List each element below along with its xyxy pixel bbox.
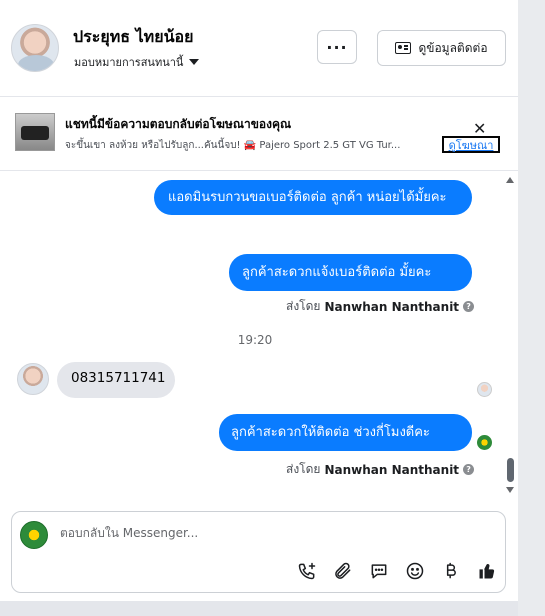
ad-thumbnail <box>15 113 55 151</box>
view-ad-link[interactable]: ดูโฆษณา <box>442 136 500 153</box>
reply-input[interactable] <box>60 526 480 540</box>
help-icon[interactable]: ? <box>463 301 475 312</box>
ad-banner-title: แชทนี้มีข้อความตอบกลับต่อโฆษณาของคุณ <box>65 117 292 131</box>
help-icon[interactable]: ? <box>463 464 475 475</box>
id-card-icon <box>395 42 412 54</box>
baht-icon[interactable] <box>440 560 462 582</box>
contact-avatar[interactable] <box>11 24 59 72</box>
scroll-down-arrow[interactable] <box>506 487 514 493</box>
sent-by-prefix: ส่งโดย <box>286 462 321 476</box>
contact-info-button[interactable]: ดูข้อมูลติดต่อ <box>377 30 506 66</box>
sender-name: Nanwhan Nanthanit <box>324 299 460 314</box>
scrollbar-thumb[interactable] <box>507 458 514 482</box>
window-gutter <box>518 0 545 616</box>
phone-add-icon[interactable] <box>296 560 318 582</box>
read-receipt-avatar <box>477 382 492 397</box>
contact-info-label: ดูข้อมูลติดต่อ <box>418 40 488 55</box>
contact-message-avatar <box>17 363 49 395</box>
thumbs-up-icon[interactable] <box>476 560 498 582</box>
more-options-label: ··· <box>326 37 348 57</box>
close-icon[interactable]: ✕ <box>473 121 486 137</box>
conversation-header: ประยุทธ ไทยน้อย มอบหมายการสนทนานี้ ··· ด… <box>0 0 518 97</box>
sent-by-line: ส่งโดย Nanwhan Nanthanit ? <box>286 297 475 316</box>
caret-down-icon <box>189 59 200 65</box>
assign-conversation-dropdown[interactable]: มอบหมายการสนทนานี้ <box>74 53 200 71</box>
read-receipt-avatar <box>477 435 492 450</box>
conversation-panel: ประยุทธ ไทยน้อย มอบหมายการสนทนานี้ ··· ด… <box>0 0 518 616</box>
more-options-button[interactable]: ··· <box>317 30 357 64</box>
sender-name: Nanwhan Nanthanit <box>324 462 460 477</box>
message-bubble-outgoing[interactable]: ลูกค้าสะดวกให้ติดต่อ ช่วงกี่โมงดีคะ <box>219 414 472 451</box>
message-composer <box>11 511 506 593</box>
assign-conversation-label: มอบหมายการสนทนานี้ <box>74 56 184 69</box>
message-bubble-outgoing[interactable]: ลูกค้าสะดวกแจ้งเบอร์ติดต่อ มั้ยคะ <box>229 254 472 291</box>
scroll-up-arrow[interactable] <box>506 177 514 183</box>
emoji-icon[interactable] <box>404 560 426 582</box>
ad-reply-banner: แชทนี้มีข้อความตอบกลับต่อโฆษณาของคุณ จะข… <box>0 98 518 171</box>
saved-reply-icon[interactable] <box>368 560 390 582</box>
message-bubble-incoming[interactable]: 08315711741 <box>57 362 175 398</box>
sent-by-prefix: ส่งโดย <box>286 299 321 313</box>
contact-name[interactable]: ประยุทธ ไทยน้อย <box>73 25 194 50</box>
bottom-edge <box>0 601 518 616</box>
ad-banner-description: จะขึ้นเขา ลงห้วย หรือไปรับลูก...คันนี้จบ… <box>65 140 401 151</box>
message-bubble-outgoing[interactable]: แอดมินรบกวนขอเบอร์ติดต่อ ลูกค้า หน่อยได้… <box>154 180 472 215</box>
sent-by-line: ส่งโดย Nanwhan Nanthanit ? <box>286 460 475 479</box>
paperclip-icon[interactable] <box>332 560 354 582</box>
message-timestamp: 19:20 <box>237 333 273 347</box>
composer-toolbar <box>292 559 502 583</box>
page-avatar <box>20 521 48 549</box>
